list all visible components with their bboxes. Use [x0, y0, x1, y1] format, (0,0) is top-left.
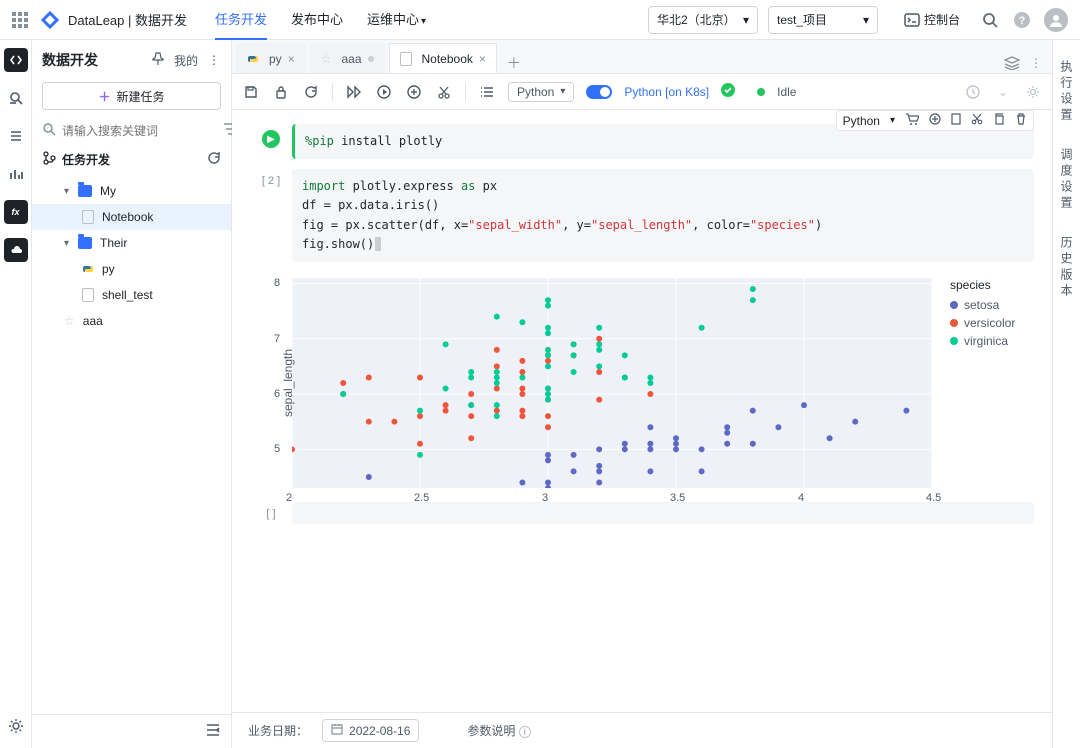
cell-prompt: [ 2 ] — [262, 175, 280, 187]
rail-settings-icon[interactable] — [4, 714, 28, 738]
add-cell-icon[interactable] — [405, 83, 423, 101]
list-icon[interactable] — [478, 83, 496, 101]
close-icon[interactable]: × — [288, 52, 295, 66]
file-tab-py[interactable]: py× — [236, 43, 306, 73]
legend-item[interactable]: versicolor — [950, 316, 1015, 330]
panel-schedule-settings[interactable]: 调度设置 — [1058, 148, 1075, 212]
idle-label: Idle — [777, 85, 796, 99]
star-icon: ☆ — [64, 314, 75, 328]
chevron-down-icon[interactable]: ⌄ — [994, 83, 1012, 101]
collapse-sidebar-icon[interactable] — [205, 723, 221, 740]
unsaved-dot-icon — [368, 56, 374, 62]
rail-cloud-icon[interactable] — [4, 238, 28, 262]
add-icon[interactable] — [929, 113, 941, 128]
tree-folder-my[interactable]: ▾My — [32, 178, 231, 204]
section-title: 任务开发 — [62, 151, 110, 168]
search-icon[interactable] — [980, 10, 1000, 30]
branch-icon — [42, 151, 56, 168]
shell-file-icon — [82, 288, 94, 302]
cut-icon[interactable] — [971, 113, 983, 128]
panel-exec-settings[interactable]: 执行设置 — [1058, 60, 1075, 124]
file-tab-notebook[interactable]: Notebook× — [389, 43, 497, 73]
panel-history[interactable]: 历史版本 — [1058, 236, 1075, 300]
console-icon — [904, 13, 920, 27]
trash-icon[interactable] — [1015, 113, 1027, 128]
lock-icon[interactable] — [272, 83, 290, 101]
refresh-icon[interactable] — [207, 151, 221, 168]
search-icon — [42, 122, 56, 139]
notebook-file-icon — [400, 52, 412, 66]
business-date-picker[interactable]: 2022-08-16 — [322, 719, 419, 742]
legend-item[interactable]: setosa — [950, 298, 1015, 312]
calendar-icon — [331, 723, 343, 738]
more-icon[interactable]: ⋮ — [1030, 56, 1042, 73]
help-icon[interactable]: ? — [1012, 10, 1032, 30]
project-select[interactable]: test_项目▾ — [768, 6, 878, 34]
file-tab-aaa[interactable]: ☆aaa — [310, 43, 385, 73]
run-icon[interactable] — [375, 83, 393, 101]
search-input[interactable] — [62, 124, 217, 138]
idle-dot-icon — [757, 88, 765, 96]
run-cell-button[interactable]: ▶ — [262, 130, 280, 148]
run-all-icon[interactable] — [345, 83, 363, 101]
nav-tab-task-dev[interactable]: 任务开发 — [215, 0, 267, 40]
python-file-icon — [247, 53, 259, 65]
svg-text:?: ? — [1019, 15, 1026, 27]
avatar[interactable] — [1044, 8, 1068, 32]
clock-icon[interactable] — [964, 83, 982, 101]
more-icon[interactable]: ⋮ — [208, 53, 221, 67]
new-tab-button[interactable]: ＋ — [497, 53, 531, 73]
save-icon[interactable] — [242, 83, 260, 101]
cut-icon[interactable] — [435, 83, 453, 101]
cell-prompt: [ ] — [266, 508, 275, 520]
params-help[interactable]: 参数说明 i — [467, 722, 530, 739]
legend-item[interactable]: virginica — [950, 334, 1015, 348]
notebook-file-icon — [82, 210, 94, 224]
console-button[interactable]: 控制台 — [896, 7, 968, 32]
gear-icon[interactable] — [1024, 83, 1042, 101]
plot-output: sepal_length sepal_width 567822.533.544.… — [292, 278, 1034, 488]
cell-toolbar[interactable]: Python▾ — [836, 110, 1034, 131]
star-icon: ☆ — [321, 52, 332, 66]
tree-folder-their[interactable]: ▾Their — [32, 230, 231, 256]
sidebar-title: 数据开发 — [42, 50, 98, 70]
layers-icon[interactable] — [1004, 56, 1020, 73]
logo-icon — [40, 10, 60, 30]
notebook-cell[interactable]: [ ] — [250, 502, 1034, 524]
rail-search-icon[interactable] — [4, 86, 28, 110]
tree-file-py[interactable]: py — [32, 256, 231, 282]
tree-file-shell[interactable]: shell_test — [32, 282, 231, 308]
pin-icon[interactable] — [152, 52, 164, 69]
language-select[interactable]: Python▾ — [508, 82, 574, 102]
plus-icon: ＋ — [98, 88, 110, 105]
rail-code-icon[interactable] — [4, 48, 28, 72]
kernel-toggle[interactable] — [586, 85, 612, 99]
tree-file-aaa[interactable]: ☆aaa — [32, 308, 231, 334]
python-file-icon — [82, 263, 94, 275]
region-select[interactable]: 华北2（北京）▾ — [648, 6, 758, 34]
nav-tab-ops[interactable]: 运维中心▾ — [367, 0, 426, 40]
rail-list-icon[interactable] — [4, 124, 28, 148]
nav-tab-publish[interactable]: 发布中心 — [291, 0, 343, 40]
refresh-icon[interactable] — [302, 83, 320, 101]
rail-chart-icon[interactable] — [4, 162, 28, 186]
folder-icon — [78, 185, 92, 197]
tree-file-notebook[interactable]: Notebook — [32, 204, 231, 230]
business-date-label: 业务日期： — [248, 722, 308, 739]
kernel-label[interactable]: Python [on K8s] — [624, 85, 709, 99]
new-task-button[interactable]: ＋ 新建任务 — [42, 82, 221, 110]
close-icon[interactable]: × — [479, 52, 486, 66]
notebook-cell[interactable]: [ 2 ] import plotly.express as px df = p… — [250, 169, 1034, 262]
doc-icon[interactable] — [951, 113, 961, 128]
mine-label[interactable]: 我的 — [174, 52, 198, 69]
legend-title: species — [950, 278, 1015, 292]
copy-icon[interactable] — [993, 113, 1005, 128]
cart-icon[interactable] — [905, 113, 919, 128]
apps-icon[interactable] — [12, 12, 28, 28]
kernel-ok-icon — [721, 83, 735, 100]
rail-fx-icon[interactable]: fx — [4, 200, 28, 224]
folder-icon — [78, 237, 92, 249]
brand-title: DataLeap | 数据开发 — [68, 10, 187, 29]
